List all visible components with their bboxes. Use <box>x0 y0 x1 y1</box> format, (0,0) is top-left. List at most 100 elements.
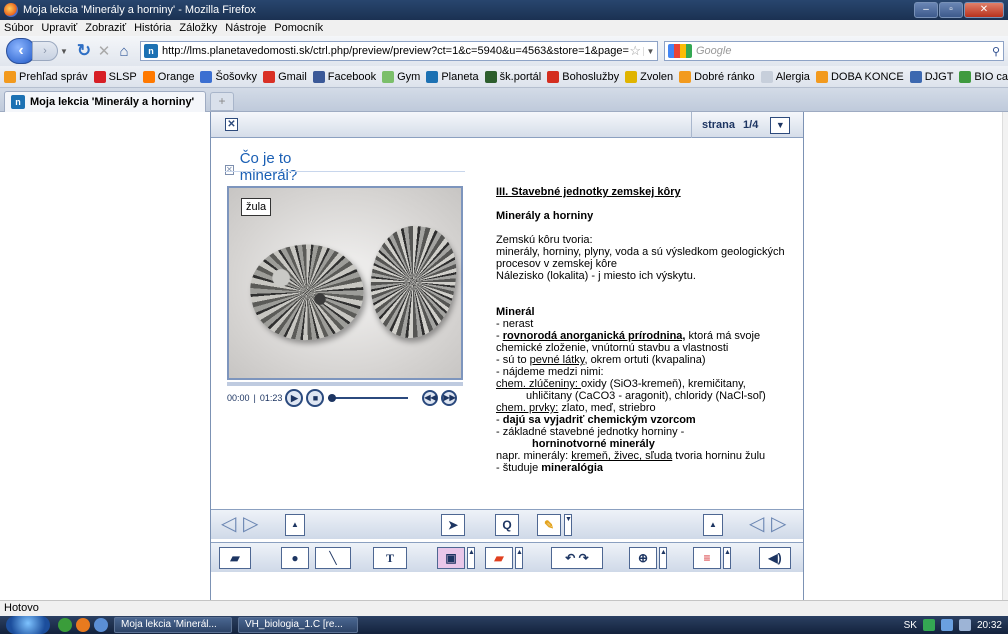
home-icon[interactable]: ⌂ <box>114 43 134 60</box>
media-icon[interactable] <box>58 618 72 632</box>
zoom-dropdown-icon[interactable]: ▲ <box>659 547 667 569</box>
close-lesson-icon[interactable]: ✕ <box>225 118 238 131</box>
rewind-icon[interactable]: ◀◀ <box>422 390 439 406</box>
image-caption: žula <box>241 198 272 216</box>
search-input[interactable]: Google <box>696 45 992 57</box>
fill-tool-button[interactable]: ● <box>281 547 309 569</box>
battery-icon[interactable] <box>940 619 953 631</box>
bookmark-item[interactable]: SLSP <box>93 70 137 83</box>
maximize-icon[interactable]: ▫ <box>939 2 963 18</box>
bookmark-label: Facebook <box>327 70 377 83</box>
scroll-up-button[interactable]: ▲ <box>285 514 305 536</box>
bookmark-item[interactable]: Planeta <box>426 70 479 83</box>
bookmark-item[interactable]: Prehľad správ <box>4 70 88 83</box>
history-dropdown-icon[interactable]: ▼ <box>58 47 70 56</box>
bookmark-star-icon[interactable]: ☆ <box>629 43 641 59</box>
bio-icon <box>959 70 972 83</box>
tab-lesson[interactable]: n Moja lekcia 'Minerály a horniny' <box>4 91 206 112</box>
frame-dropdown-icon[interactable]: ▲ <box>467 547 475 569</box>
bookmark-item[interactable]: Dobré ránko <box>679 70 755 83</box>
seek-slider[interactable] <box>328 394 409 402</box>
bookmark-item[interactable]: Šošovky <box>200 70 257 83</box>
menu-item-subor[interactable]: Súbor <box>4 22 33 34</box>
zoom-tool-button[interactable]: Q <box>495 514 519 536</box>
page-dropdown-button[interactable]: ▼ <box>770 116 791 134</box>
bookmark-item[interactable]: Zvolen <box>625 70 673 83</box>
stop-video-icon[interactable]: ■ <box>306 389 325 407</box>
eraser-tool-button[interactable]: ▰ <box>485 547 513 569</box>
eraser-dropdown-icon[interactable]: ▲ <box>515 547 523 569</box>
url-text[interactable]: http://lms.planetavedomosti.sk/ctrl.php/… <box>162 45 629 57</box>
url-dropdown-icon[interactable]: ▼ <box>643 46 657 56</box>
language-indicator[interactable]: SK <box>904 620 917 631</box>
bookmark-item[interactable]: šk.portál <box>484 70 541 83</box>
video-player[interactable]: žula <box>227 186 463 380</box>
bookmark-label: Bohoslužby <box>562 70 620 83</box>
list-tool-button[interactable]: ≡ <box>693 547 721 569</box>
text-tool-button[interactable]: T <box>373 547 407 569</box>
play-icon[interactable]: ▶ <box>285 389 304 407</box>
start-button[interactable] <box>6 616 50 634</box>
bookmark-item[interactable]: Gym <box>382 70 420 83</box>
network-icon[interactable] <box>922 619 935 631</box>
highlighter-tool-button[interactable]: ✎ <box>537 514 561 536</box>
comment-tool-button[interactable]: ▰ <box>219 547 251 569</box>
menu-item-zobrazit[interactable]: Zobraziť <box>85 22 126 34</box>
bookmark-label: Gmail <box>278 70 307 83</box>
new-tab-button[interactable]: + <box>210 92 234 111</box>
next-page-icon-right[interactable]: ▷ <box>771 513 786 535</box>
bookmark-label: Dobré ránko <box>694 70 755 83</box>
desktop-icon[interactable] <box>94 618 108 632</box>
video-progress-bar[interactable] <box>227 382 463 386</box>
scroll-up-button-right[interactable]: ▲ <box>703 514 723 536</box>
seek-knob[interactable] <box>328 394 337 402</box>
clock: 20:32 <box>976 619 1002 631</box>
speaker-icon[interactable]: ◀) <box>759 547 791 569</box>
menu-item-upravit[interactable]: Upraviť <box>41 22 77 34</box>
page-content: ✕ strana 1/4 ▼ ✕ Čo je to minerál? žula <box>0 112 1008 600</box>
prev-page-icon[interactable]: ◁ <box>221 513 236 535</box>
bookmark-item[interactable]: DOBA KONCE <box>815 70 904 83</box>
menu-item-historia[interactable]: História <box>134 22 171 34</box>
close-window-icon[interactable]: ✕ <box>964 2 1004 18</box>
menu-item-zalozky[interactable]: Záložky <box>179 22 217 34</box>
frame-tool-button[interactable]: ▣ <box>437 547 465 569</box>
list-dropdown-icon[interactable]: ▲ <box>723 547 731 569</box>
volume-icon[interactable] <box>958 619 971 631</box>
menu-item-pomocnik[interactable]: Pomocník <box>274 22 323 34</box>
bookmark-item[interactable]: DJGT <box>909 70 954 83</box>
window-controls: – ▫ ✕ <box>914 2 1004 18</box>
task-firefox[interactable]: Moja lekcia 'Minerál... <box>114 617 232 633</box>
google-icon[interactable] <box>668 44 692 58</box>
stop-icon[interactable]: ✕ <box>94 42 114 60</box>
bookmark-label: DJGT <box>924 70 954 83</box>
minimize-icon[interactable]: – <box>914 2 938 18</box>
firefox-icon[interactable] <box>76 618 90 632</box>
search-magnifier-icon[interactable]: ⚲ <box>992 45 1000 58</box>
undo-redo-button[interactable]: ↶ ↷ <box>551 547 603 569</box>
task-word[interactable]: VH_biologia_1.C [re... <box>238 617 358 633</box>
zoom-button[interactable]: ⊕ <box>629 547 657 569</box>
bookmark-item[interactable]: Orange <box>142 70 194 83</box>
next-page-icon[interactable]: ▷ <box>243 513 258 535</box>
collapse-section-icon[interactable]: ✕ <box>225 165 234 175</box>
menu-item-nastroje[interactable]: Nástroje <box>225 22 266 34</box>
page-scrollbar[interactable] <box>1002 112 1008 600</box>
bookmark-item[interactable]: Gmail <box>263 70 307 83</box>
window-titlebar: Moja lekcia 'Minerály a horniny' - Mozil… <box>0 0 1008 20</box>
bookmark-item[interactable]: Alergia <box>760 70 810 83</box>
prev-page-icon-right[interactable]: ◁ <box>749 513 764 535</box>
bookmark-item[interactable]: Bohoslužby <box>547 70 620 83</box>
search-bar[interactable]: Google ⚲ <box>664 41 1004 61</box>
bookmark-item[interactable]: Facebook <box>312 70 377 83</box>
highlighter-dropdown-icon[interactable]: ▼ <box>564 514 572 536</box>
line-tool-button[interactable]: ╲ <box>315 547 351 569</box>
text-line: Nálezisko (lokalita) - j miesto ich výsk… <box>496 270 696 282</box>
forward-button[interactable]: › <box>32 41 58 61</box>
bookmark-item[interactable]: BIO casopis <box>959 70 1008 83</box>
forward-video-icon[interactable]: ▶▶ <box>441 390 458 406</box>
pointer-tool-button[interactable]: ➤ <box>441 514 465 536</box>
text-line: minerály, horniny, plyny, voda a sú výsl… <box>496 246 785 258</box>
url-bar[interactable]: n http://lms.planetavedomosti.sk/ctrl.ph… <box>140 41 658 61</box>
reload-icon[interactable]: ↻ <box>74 41 94 61</box>
